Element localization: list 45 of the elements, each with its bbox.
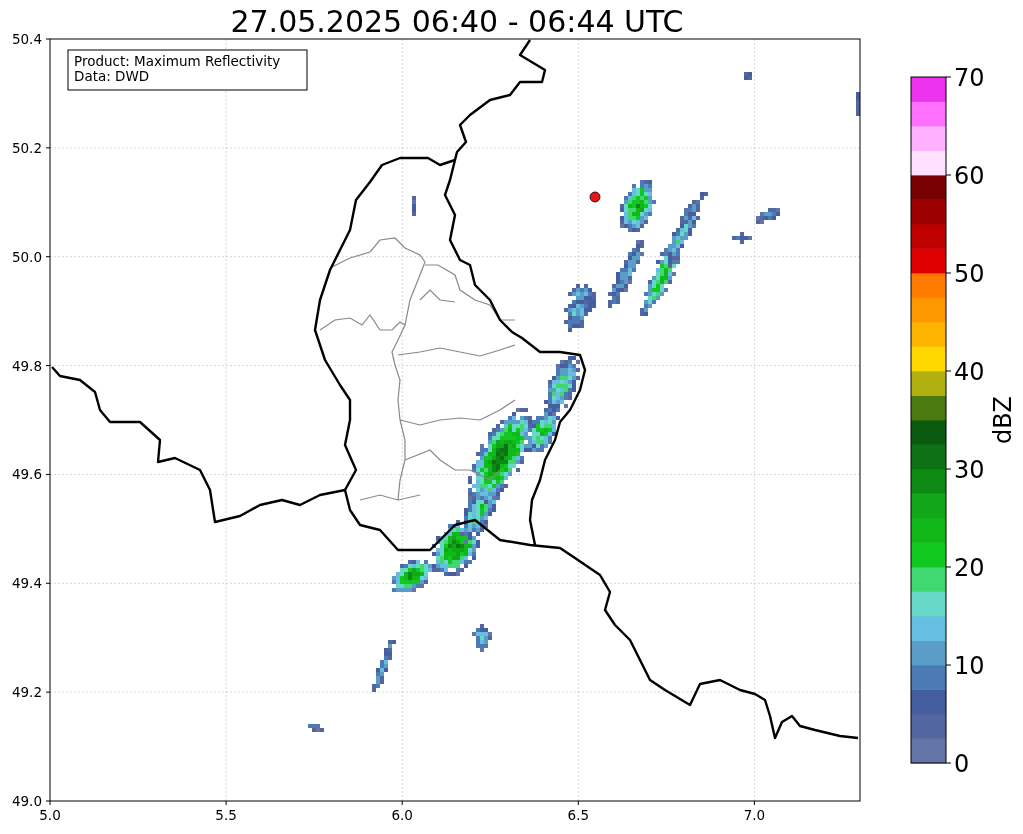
tick-mark: [945, 762, 952, 764]
y-tick-label: 49.8: [11, 357, 42, 374]
tick-mark: [945, 76, 952, 78]
tick-mark: [945, 664, 952, 666]
tick-mark: [45, 256, 51, 258]
tick-mark: [945, 174, 952, 176]
info-text: Product: Maximum Reflectivity: [74, 53, 281, 69]
tick-mark: [225, 800, 227, 806]
colorbar-tick-label: 30: [954, 456, 985, 484]
y-tick-label: 50.0: [11, 248, 42, 265]
tick-mark: [401, 800, 403, 806]
x-tick-label: 6.0: [391, 807, 413, 823]
x-tick-label: 5.5: [215, 807, 237, 823]
colorbar-tick-label: 40: [954, 358, 985, 386]
x-tick-label: 7.0: [743, 807, 766, 823]
colorbar-tick-label: 60: [954, 162, 985, 190]
colorbar-tick-label: 50: [954, 260, 985, 288]
info-text: Data: DWD: [74, 68, 150, 84]
tick-mark: [45, 691, 51, 693]
plot-title: 27.05.2025 06:40 - 06:44 UTC: [230, 4, 684, 39]
tick-mark: [945, 370, 952, 372]
y-tick-label: 50.2: [11, 139, 42, 156]
location-marker: [589, 191, 601, 203]
tick-mark: [945, 566, 952, 568]
tick-mark: [945, 468, 952, 470]
tick-mark: [45, 38, 51, 40]
tick-mark: [577, 800, 579, 806]
y-tick-label: 49.6: [11, 466, 42, 483]
y-tick-label: 49.0: [11, 793, 42, 809]
x-tick-label: 5.0: [39, 807, 61, 823]
x-tick-label: 6.5: [567, 807, 590, 823]
y-tick-label: 50.4: [11, 31, 42, 47]
tick-mark: [45, 147, 51, 149]
colorbar-tick-label: 0: [954, 750, 970, 778]
colorbar-tick-label: 10: [954, 652, 985, 680]
y-tick-label: 49.2: [11, 684, 42, 701]
tick-mark: [45, 365, 51, 367]
colorbar-label: dBZ: [989, 395, 1017, 445]
colorbar-tick-label: 70: [954, 64, 985, 92]
y-tick-label: 49.4: [11, 575, 42, 592]
tick-mark: [45, 582, 51, 584]
tick-mark: [945, 272, 952, 274]
tick-mark: [753, 800, 755, 806]
tick-mark: [45, 473, 51, 475]
colorbar-tick-label: 20: [954, 554, 985, 582]
